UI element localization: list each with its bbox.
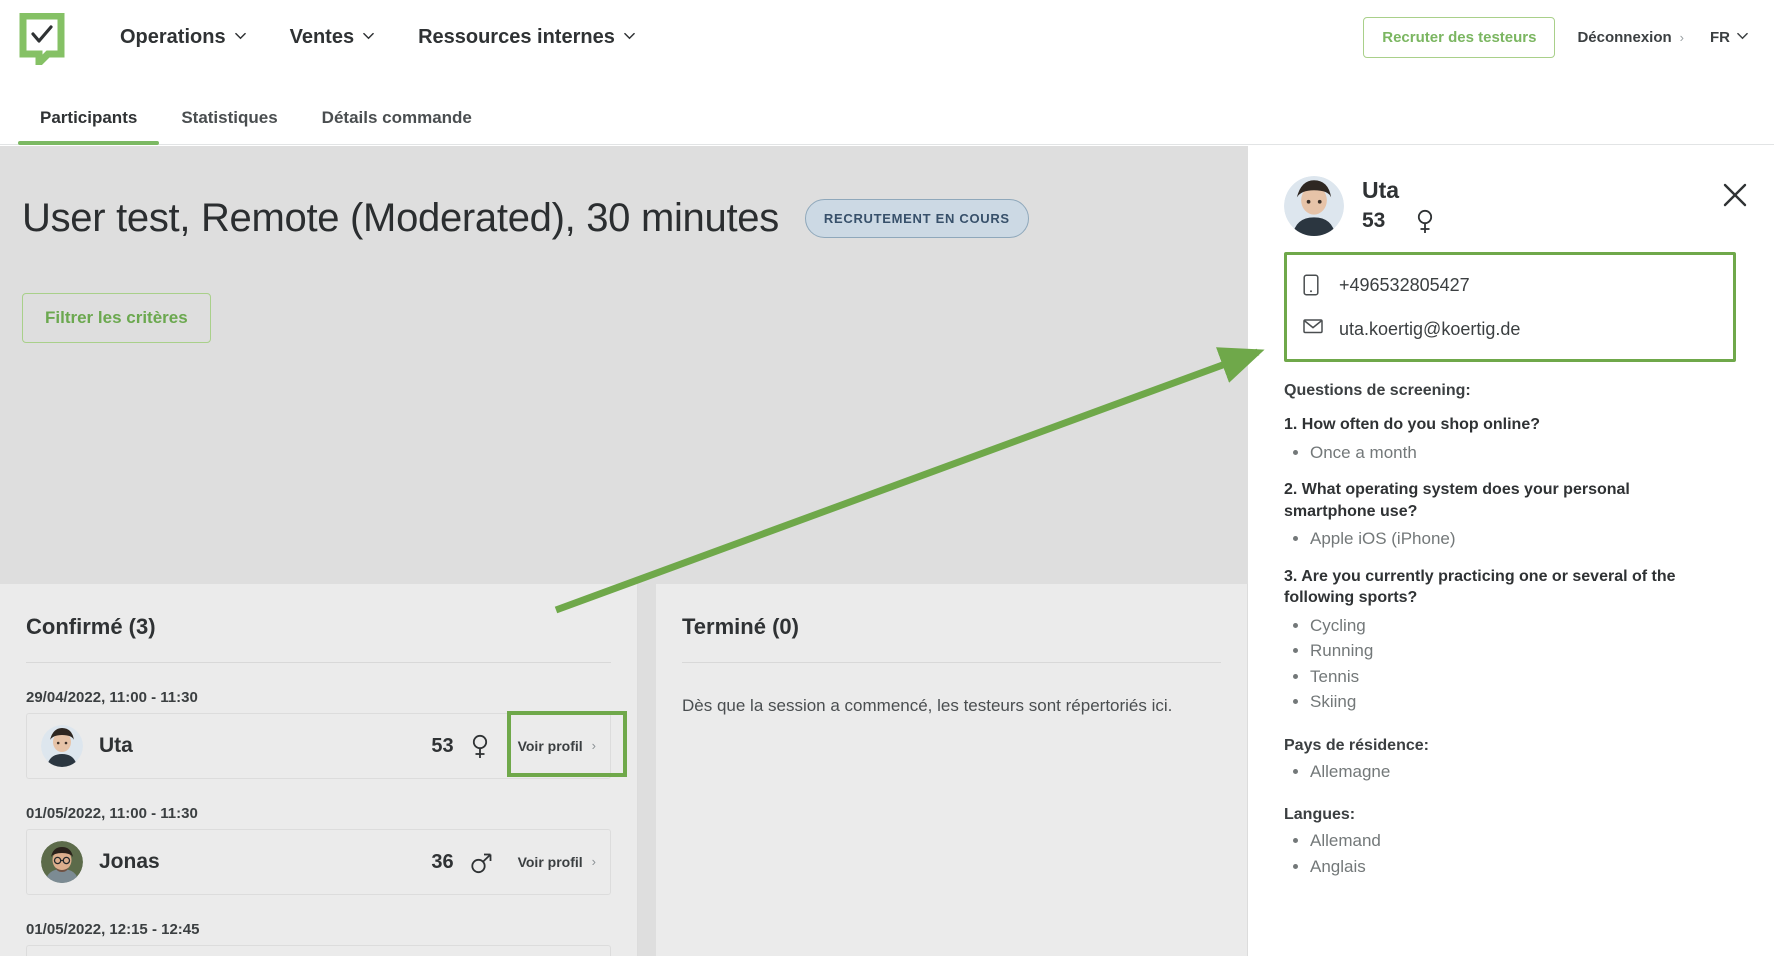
page-tabs: Participants Statistiques Détails comman… (0, 75, 1774, 145)
nav-item-label: Ressources internes (418, 26, 615, 48)
list-item: Allemand (1310, 828, 1738, 854)
answer-list: Once a month (1310, 440, 1738, 466)
chevron-right-icon: › (1679, 30, 1684, 45)
nav-item-label: Operations (120, 26, 226, 48)
screening-question: 2. What operating system does your perso… (1284, 479, 1738, 552)
country-heading: Pays de résidence: (1284, 736, 1429, 754)
session-slot-date: 29/04/2022, 11:00 - 11:30 (26, 689, 198, 706)
main-content: User test, Remote (Moderated), 30 minute… (0, 146, 1248, 956)
table-row[interactable]: Jonas 36 Voir profil › (26, 829, 611, 895)
chevron-down-icon (234, 30, 246, 41)
chevron-right-icon: › (591, 854, 596, 869)
email-row[interactable]: uta.koertig@koertig.de (1303, 313, 1717, 345)
list-item: Once a month (1310, 440, 1738, 466)
chevron-down-icon (363, 30, 374, 41)
mars-icon (470, 850, 491, 874)
top-navigation-bar: Operations Ventes Ressources internes Re… (0, 0, 1774, 75)
session-slot-date: 01/05/2022, 11:00 - 11:30 (26, 805, 198, 822)
envelope-icon (1303, 318, 1323, 340)
page-title: User test, Remote (Moderated), 30 minute… (22, 196, 779, 240)
screening-questions-heading: Questions de screening: (1284, 382, 1471, 399)
question-text: 3. Are you currently practicing one or s… (1284, 567, 1676, 607)
list-item: Anglais (1310, 854, 1738, 880)
annotation-highlight-box (507, 711, 627, 777)
column-finished: Terminé (0) Dès que la session a commenc… (656, 584, 1248, 956)
view-profile-label: Voir profil (518, 945, 583, 956)
venus-icon (1415, 209, 1435, 233)
column-title-confirmed: Confirmé (3) (26, 614, 156, 639)
venus-icon (470, 734, 490, 758)
list-item: Skiing (1310, 689, 1738, 715)
logout-label: Déconnexion (1577, 29, 1672, 46)
main-menu: Operations Ventes Ressources internes (98, 20, 657, 55)
languages-heading: Langues: (1284, 806, 1356, 824)
divider (682, 662, 1221, 663)
divider (26, 662, 611, 663)
empty-state-text: Dès que la session a commencé, les teste… (682, 696, 1173, 715)
view-profile-label: Voir profil (517, 854, 583, 870)
mobile-phone-icon (1303, 274, 1323, 296)
question-text: 1. How often do you shop online? (1284, 416, 1540, 433)
app-logo[interactable] (18, 12, 66, 65)
participant-profile-panel: Uta 53 +496532805427 uta.koertig@koertig… (1248, 146, 1774, 956)
list-item: Running (1310, 638, 1738, 664)
list-item: Allemagne (1310, 759, 1738, 785)
logout-link[interactable]: Déconnexion › (1577, 29, 1684, 46)
phone-value: +496532805427 (1339, 274, 1470, 295)
session-slot-date: 01/05/2022, 12:15 - 12:45 (26, 921, 200, 938)
list-item: Tennis (1310, 664, 1738, 690)
email-value: uta.koertig@koertig.de (1339, 318, 1521, 339)
phone-row[interactable]: +496532805427 (1303, 269, 1717, 301)
nav-item-label: Ventes (289, 26, 355, 48)
column-title-finished: Terminé (0) (682, 614, 799, 639)
recruit-testers-button[interactable]: Recruter des testeurs (1363, 17, 1556, 58)
nav-item-ventes[interactable]: Ventes (268, 20, 396, 55)
language-selector[interactable]: FR (1710, 29, 1748, 46)
tab-statistiques[interactable]: Statistiques (159, 108, 299, 144)
answer-list: Cycling Running Tennis Skiing (1310, 613, 1738, 715)
participant-age: 36 (431, 850, 454, 873)
profile-header: Uta 53 (1284, 176, 1738, 236)
list-item: Cycling (1310, 613, 1738, 639)
chevron-down-icon (1737, 30, 1748, 41)
country-list: Allemagne (1310, 759, 1738, 785)
language-label: FR (1710, 29, 1730, 46)
screening-question: 3. Are you currently practicing one or s… (1284, 566, 1738, 715)
profile-name: Uta (1362, 177, 1400, 203)
status-badge: RECRUTEMENT EN COURS (804, 199, 1029, 238)
nav-item-operations[interactable]: Operations (98, 20, 268, 55)
top-nav-actions: Recruter des testeurs Déconnexion › FR (1363, 0, 1748, 75)
avatar (1284, 176, 1344, 236)
view-profile-button[interactable]: Voir profil › (504, 829, 610, 895)
participant-name: Jonas (99, 850, 160, 873)
column-confirmed: Confirmé (3) 29/04/2022, 11:00 - 11:30 U… (0, 584, 638, 956)
languages-list: Allemand Anglais (1310, 828, 1738, 879)
participant-columns: Confirmé (3) 29/04/2022, 11:00 - 11:30 U… (0, 584, 1248, 956)
chevron-down-icon (624, 30, 635, 41)
participant-name: Uta (99, 734, 133, 757)
contact-info-box: +496532805427 uta.koertig@koertig.de (1284, 252, 1736, 362)
participant-age: 53 (431, 734, 454, 757)
answer-list: Apple iOS (iPhone) (1310, 526, 1738, 552)
avatar (41, 841, 83, 883)
filter-criteria-button[interactable]: Filtrer les critères (22, 293, 211, 343)
view-profile-button[interactable]: Voir profil › (504, 945, 610, 956)
screening-question: 1. How often do you shop online? Once a … (1284, 414, 1738, 465)
avatar (41, 725, 83, 767)
app-root: Operations Ventes Ressources internes Re… (0, 0, 1774, 956)
table-row[interactable]: Uta 53 Voir profil › (26, 711, 627, 779)
tab-details-commande[interactable]: Détails commande (300, 108, 494, 144)
nav-item-ressources-internes[interactable]: Ressources internes (396, 20, 657, 55)
close-icon[interactable] (1722, 182, 1748, 208)
profile-age: 53 (1362, 208, 1386, 232)
chevron-right-icon: › (592, 945, 596, 956)
list-item: Apple iOS (iPhone) (1310, 526, 1738, 552)
tab-participants[interactable]: Participants (18, 108, 160, 145)
hero-section: User test, Remote (Moderated), 30 minute… (0, 146, 1248, 343)
table-row[interactable]: Sabrina 34 Voir profil › (26, 945, 611, 956)
question-text: 2. What operating system does your perso… (1284, 481, 1630, 520)
